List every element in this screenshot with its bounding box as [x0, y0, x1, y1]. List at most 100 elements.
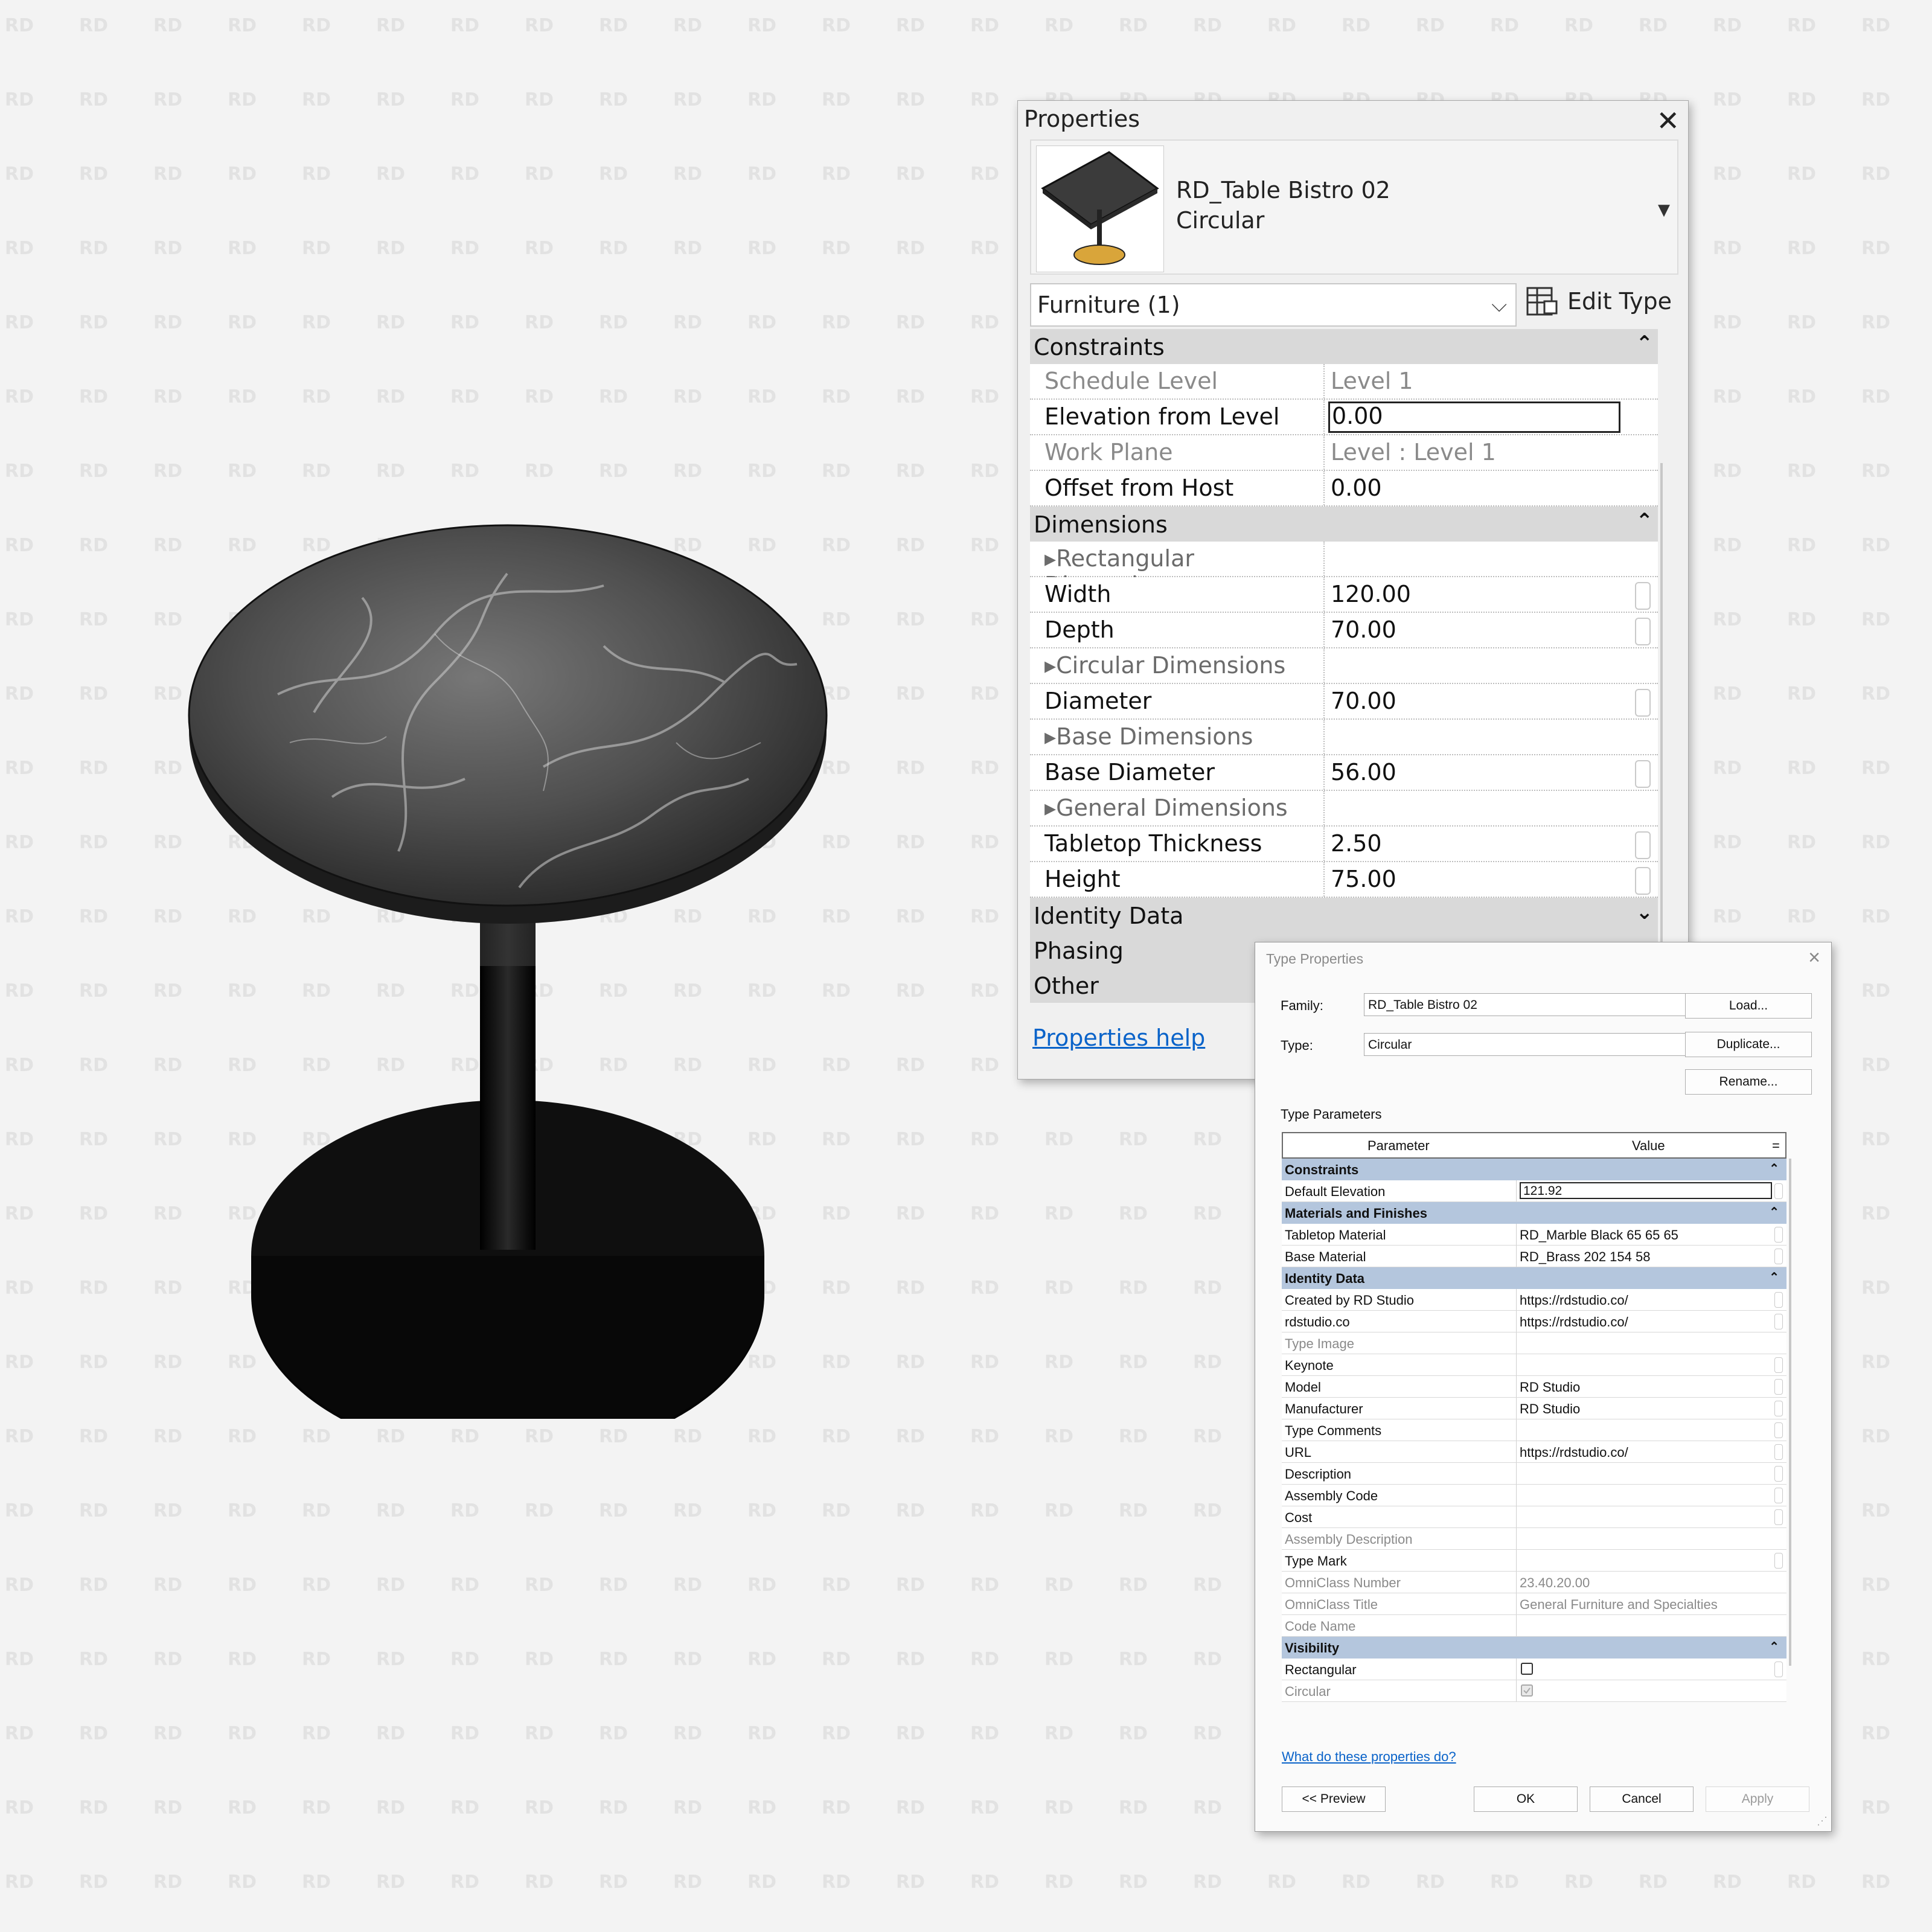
family-select[interactable]: RD_Table Bistro 02 ⌵: [1364, 993, 1716, 1016]
width-input[interactable]: 120.00: [1327, 577, 1622, 612]
diameter-input[interactable]: 70.00: [1327, 684, 1622, 718]
associate-parameter-button[interactable]: [1774, 1183, 1783, 1199]
table-row[interactable]: Type Comments: [1282, 1419, 1786, 1441]
depth-input[interactable]: 70.00: [1327, 613, 1622, 647]
ok-button[interactable]: OK: [1474, 1786, 1578, 1812]
table-row[interactable]: Type Mark: [1282, 1550, 1786, 1572]
rectangular-checkbox[interactable]: [1521, 1663, 1533, 1675]
group-identity-data[interactable]: Identity Data ⌃: [1282, 1267, 1786, 1289]
associate-parameter-button[interactable]: [1774, 1292, 1783, 1308]
category-filter-select[interactable]: Furniture (1) ⌵: [1030, 283, 1517, 327]
height-input[interactable]: 75.00: [1327, 862, 1622, 897]
duplicate-button[interactable]: Duplicate...: [1685, 1032, 1812, 1057]
associate-parameter-button[interactable]: [1635, 867, 1651, 895]
subheader-general-dimensions: ▸General Dimensions: [1030, 791, 1658, 827]
table-row[interactable]: rdstudio.co https://rdstudio.co/: [1282, 1311, 1786, 1332]
subheader-circular-dimensions: ▸Circular Dimensions: [1030, 648, 1658, 684]
table-3d-render: [188, 524, 828, 1419]
associate-parameter-button[interactable]: [1774, 1488, 1783, 1503]
table-row: Circular: [1282, 1680, 1786, 1702]
collapse-icon: ⌃: [1636, 509, 1654, 533]
associate-parameter-button[interactable]: [1774, 1357, 1783, 1373]
group-identity-data[interactable]: Identity Data ⌄: [1030, 898, 1658, 933]
table-row[interactable]: Tabletop Material RD_Marble Black 65 65 …: [1282, 1224, 1786, 1246]
scrollbar[interactable]: [1789, 1159, 1791, 1666]
scrollbar[interactable]: [1660, 463, 1663, 1006]
param-row-offset-from-host[interactable]: Offset from Host 0.00: [1030, 471, 1658, 507]
param-row-tabletop-thickness[interactable]: Tabletop Thickness 2.50: [1030, 827, 1658, 862]
associate-parameter-button[interactable]: [1635, 618, 1651, 645]
dropdown-arrow-icon[interactable]: ▼: [1658, 201, 1670, 219]
apply-button[interactable]: Apply: [1706, 1786, 1809, 1812]
table-row[interactable]: Description: [1282, 1463, 1786, 1485]
triangle-right-icon: ▸: [1044, 652, 1057, 679]
table-row[interactable]: Rectangular: [1282, 1659, 1786, 1680]
table-row[interactable]: URL https://rdstudio.co/: [1282, 1441, 1786, 1463]
associate-parameter-button[interactable]: [1774, 1662, 1783, 1677]
associate-parameter-button[interactable]: [1774, 1466, 1783, 1482]
table-row[interactable]: Manufacturer RD Studio: [1282, 1398, 1786, 1419]
associate-parameter-button[interactable]: [1774, 1444, 1783, 1460]
associate-parameter-button[interactable]: [1635, 689, 1651, 717]
type-parameters-table: Parameter Value = Constraints ⌃ Default …: [1282, 1132, 1786, 1702]
group-materials-and-finishes[interactable]: Materials and Finishes ⌃: [1282, 1202, 1786, 1224]
associate-parameter-button[interactable]: [1774, 1314, 1783, 1329]
table-row[interactable]: Model RD Studio: [1282, 1376, 1786, 1398]
table-row[interactable]: Keynote: [1282, 1354, 1786, 1376]
associate-parameter-button[interactable]: [1774, 1249, 1783, 1264]
group-dimensions[interactable]: Dimensions ⌃: [1030, 507, 1658, 542]
table-row: Code Name: [1282, 1615, 1786, 1637]
circular-checkbox: [1521, 1684, 1533, 1697]
subheader-rectangular-dimensions: ▸Rectangular Dimensions: [1030, 542, 1658, 598]
table-row: Assembly Description: [1282, 1528, 1786, 1550]
param-row-depth[interactable]: Depth 70.00: [1030, 613, 1658, 648]
group-visibility[interactable]: Visibility ⌃: [1282, 1637, 1786, 1659]
resize-grip-icon[interactable]: ⋰: [1817, 1815, 1828, 1828]
base-diameter-input[interactable]: 56.00: [1327, 755, 1622, 790]
properties-palette: Properties ✕ RD_Table Bistro 02 Circular…: [1017, 100, 1689, 1080]
table-row[interactable]: Assembly Code: [1282, 1485, 1786, 1506]
param-row-base-diameter[interactable]: Base Diameter 56.00: [1030, 755, 1658, 791]
associate-parameter-button[interactable]: [1635, 760, 1651, 788]
param-row-width[interactable]: Width 120.00: [1030, 577, 1658, 613]
group-constraints[interactable]: Constraints ⌃: [1282, 1159, 1786, 1180]
associate-parameter-button[interactable]: [1774, 1401, 1783, 1416]
group-constraints[interactable]: Constraints ⌃: [1030, 329, 1658, 364]
associate-parameter-button[interactable]: [1774, 1509, 1783, 1525]
edit-type-button[interactable]: Edit Type: [1525, 284, 1672, 321]
associate-parameter-button[interactable]: [1635, 582, 1651, 610]
column-header-eq: =: [1772, 1138, 1780, 1153]
associate-parameter-button[interactable]: [1774, 1553, 1783, 1569]
param-row-height[interactable]: Height 75.00: [1030, 862, 1658, 898]
table-row[interactable]: Cost: [1282, 1506, 1786, 1528]
dialog-title: Type Properties: [1266, 951, 1364, 967]
checkmark-icon: [1523, 1687, 1531, 1694]
tabletop-thickness-input[interactable]: 2.50: [1327, 827, 1622, 861]
param-row-elevation-from-level[interactable]: Elevation from Level 0.00: [1030, 400, 1658, 435]
properties-title: Properties: [1024, 106, 1140, 132]
associate-parameter-button[interactable]: [1635, 831, 1651, 859]
type-selector[interactable]: RD_Table Bistro 02 Circular ▼: [1030, 139, 1678, 275]
load-button[interactable]: Load...: [1685, 993, 1812, 1019]
properties-help-link[interactable]: Properties help: [1032, 1025, 1205, 1051]
type-select[interactable]: Circular ⌵: [1364, 1033, 1716, 1056]
param-row-diameter[interactable]: Diameter 70.00: [1030, 684, 1658, 720]
elevation-from-level-input[interactable]: 0.00: [1328, 401, 1620, 433]
family-thumbnail: [1036, 146, 1164, 272]
close-icon[interactable]: ×: [1808, 946, 1820, 970]
cancel-button[interactable]: Cancel: [1590, 1786, 1694, 1812]
rename-button[interactable]: Rename...: [1685, 1069, 1812, 1095]
associate-parameter-button[interactable]: [1774, 1422, 1783, 1438]
table-row[interactable]: Default Elevation 121.92: [1282, 1180, 1786, 1202]
type-label: Type:: [1281, 1038, 1313, 1053]
associate-parameter-button[interactable]: [1774, 1379, 1783, 1395]
preview-button[interactable]: << Preview: [1282, 1786, 1386, 1812]
close-icon[interactable]: ✕: [1656, 104, 1680, 137]
associate-parameter-button[interactable]: [1774, 1227, 1783, 1243]
offset-from-host-input[interactable]: 0.00: [1327, 471, 1622, 505]
table-row[interactable]: Created by RD Studio https://rdstudio.co/: [1282, 1289, 1786, 1311]
default-elevation-input[interactable]: 121.92: [1520, 1182, 1772, 1199]
what-do-these-properties-do-link[interactable]: What do these properties do?: [1282, 1749, 1456, 1765]
table-row[interactable]: Base Material RD_Brass 202 154 58: [1282, 1246, 1786, 1267]
column-header-parameter: Parameter: [1367, 1138, 1430, 1153]
